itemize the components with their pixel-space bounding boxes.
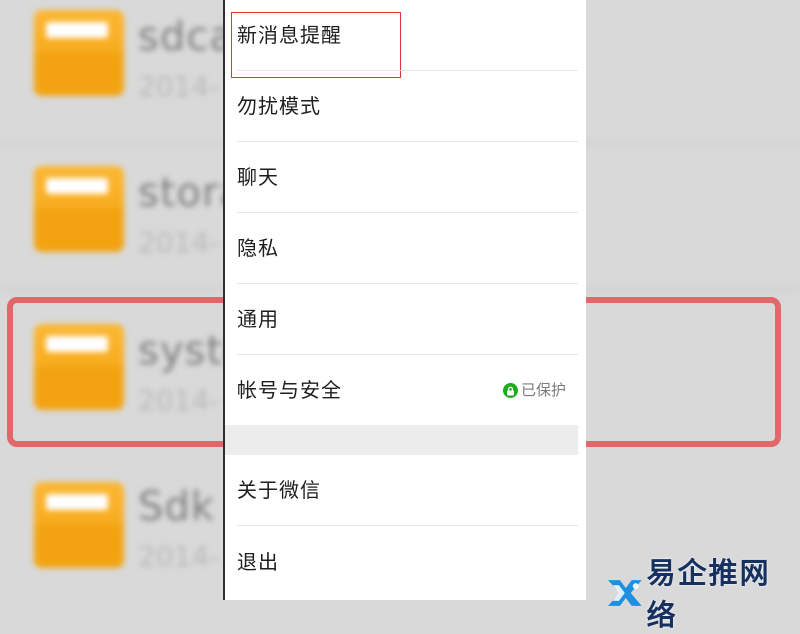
- folder-icon: [34, 482, 124, 568]
- folder-icon: [34, 10, 124, 96]
- settings-item-label: 帐号与安全: [237, 378, 342, 402]
- lock-icon: [502, 383, 518, 398]
- watermark: 易企推网络: [606, 550, 800, 634]
- settings-item-do-not-disturb[interactable]: 勿扰模式: [225, 71, 586, 142]
- watermark-text: 易企推网络: [646, 556, 771, 632]
- settings-item-general[interactable]: 通用: [225, 284, 586, 355]
- settings-item-label: 勿扰模式: [237, 94, 321, 118]
- section-gap: [225, 425, 578, 455]
- settings-item-label: 聊天: [237, 165, 279, 189]
- settings-item-chat[interactable]: 聊天: [225, 142, 586, 213]
- protection-status-text: 已保护: [520, 381, 566, 399]
- file-date: 2014-: [138, 226, 220, 259]
- file-date: 2014-: [138, 70, 220, 103]
- annotation-highlight-box: [231, 12, 401, 78]
- settings-item-log-out[interactable]: 退出: [225, 527, 586, 598]
- folder-icon: [34, 166, 124, 252]
- settings-item-label: 退出: [237, 550, 279, 574]
- settings-item-about-wechat[interactable]: 关于微信: [225, 455, 586, 526]
- divider: [237, 525, 578, 526]
- file-date: 2014-: [138, 540, 220, 573]
- settings-item-label: 关于微信: [237, 478, 321, 502]
- watermark-logo-icon: [607, 580, 642, 606]
- settings-item-label: 通用: [237, 307, 279, 331]
- settings-item-privacy[interactable]: 隐私: [225, 213, 586, 284]
- settings-item-account-security[interactable]: 帐号与安全 已保护: [225, 355, 586, 426]
- file-name: Sdk: [138, 484, 215, 530]
- protection-status: 已保护: [502, 355, 566, 426]
- settings-panel: 新消息提醒 勿扰模式 聊天 隐私 通用 帐号与安全 已保护 关于微信 退出: [223, 0, 586, 600]
- settings-item-label: 隐私: [237, 236, 279, 260]
